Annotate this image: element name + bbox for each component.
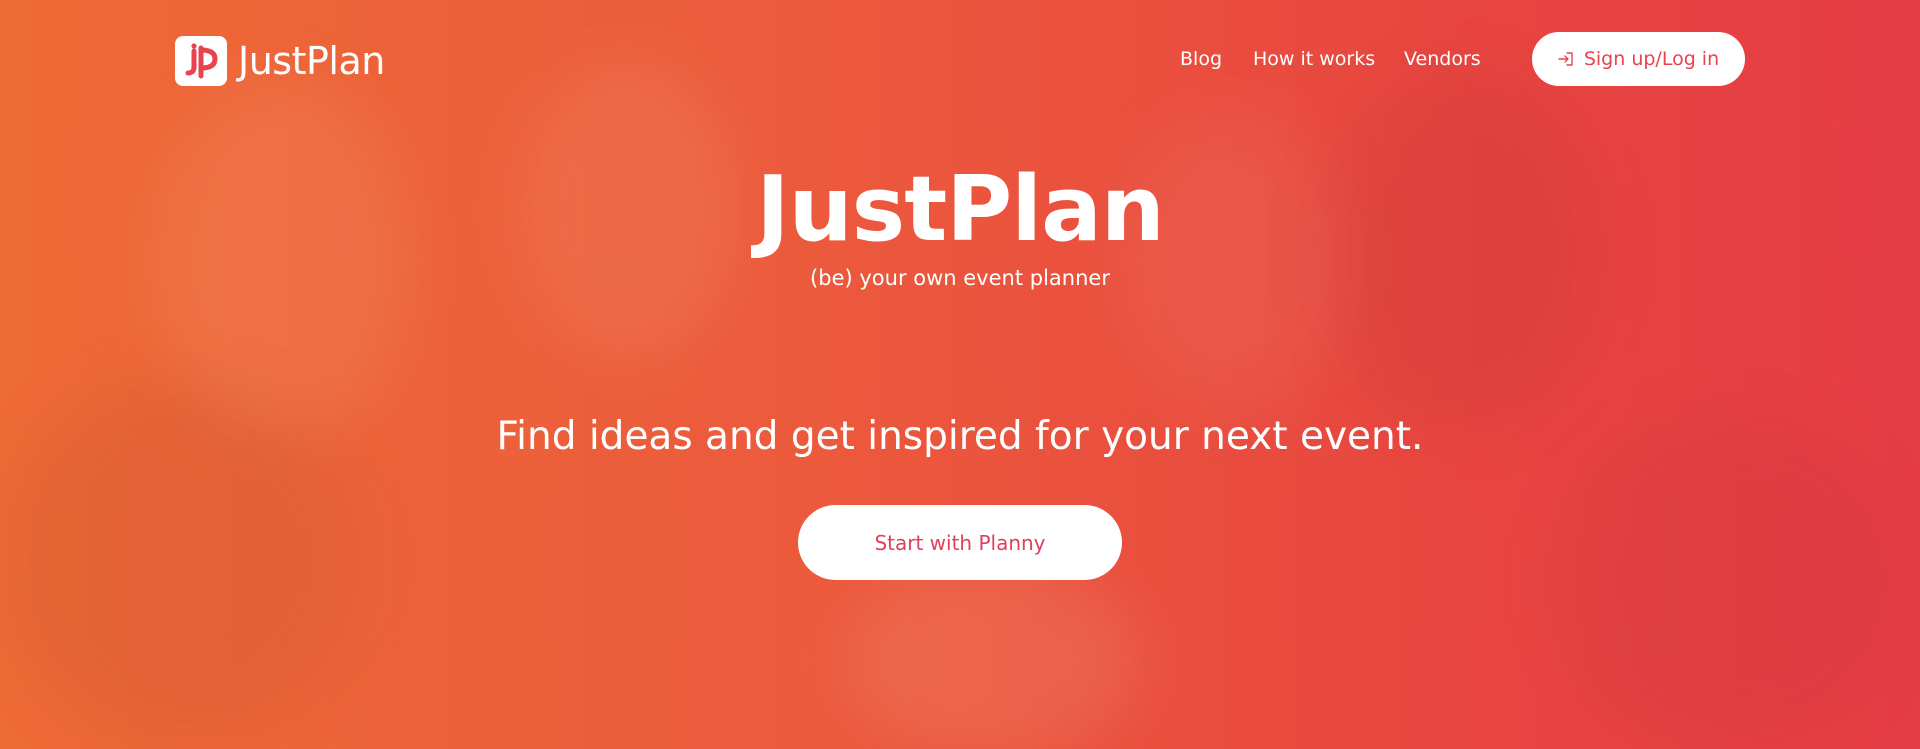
brand-name: JustPlan <box>238 39 385 83</box>
site-header: JustPlan Blog How it works Vendors Sign … <box>0 0 1920 120</box>
sign-up-login-button[interactable]: Sign up/Log in <box>1532 32 1745 86</box>
logo-icon <box>175 36 227 86</box>
nav-link-blog[interactable]: Blog <box>1180 48 1222 70</box>
nav-link-vendors[interactable]: Vendors <box>1404 48 1481 70</box>
start-with-planny-label: Start with Planny <box>874 530 1046 555</box>
hero-section: JustPlan Blog How it works Vendors Sign … <box>0 0 1920 749</box>
hero-title: JustPlan <box>756 157 1165 262</box>
brand-logo-link[interactable]: JustPlan <box>175 36 385 86</box>
start-with-planny-button[interactable]: Start with Planny <box>798 505 1122 580</box>
sign-up-login-label: Sign up/Log in <box>1583 48 1720 70</box>
hero-subtitle: (be) your own event planner <box>810 266 1110 290</box>
hero-tagline: Find ideas and get inspired for your nex… <box>496 414 1424 459</box>
nav-link-how-it-works[interactable]: How it works <box>1253 48 1375 70</box>
sign-in-icon <box>1558 52 1573 66</box>
